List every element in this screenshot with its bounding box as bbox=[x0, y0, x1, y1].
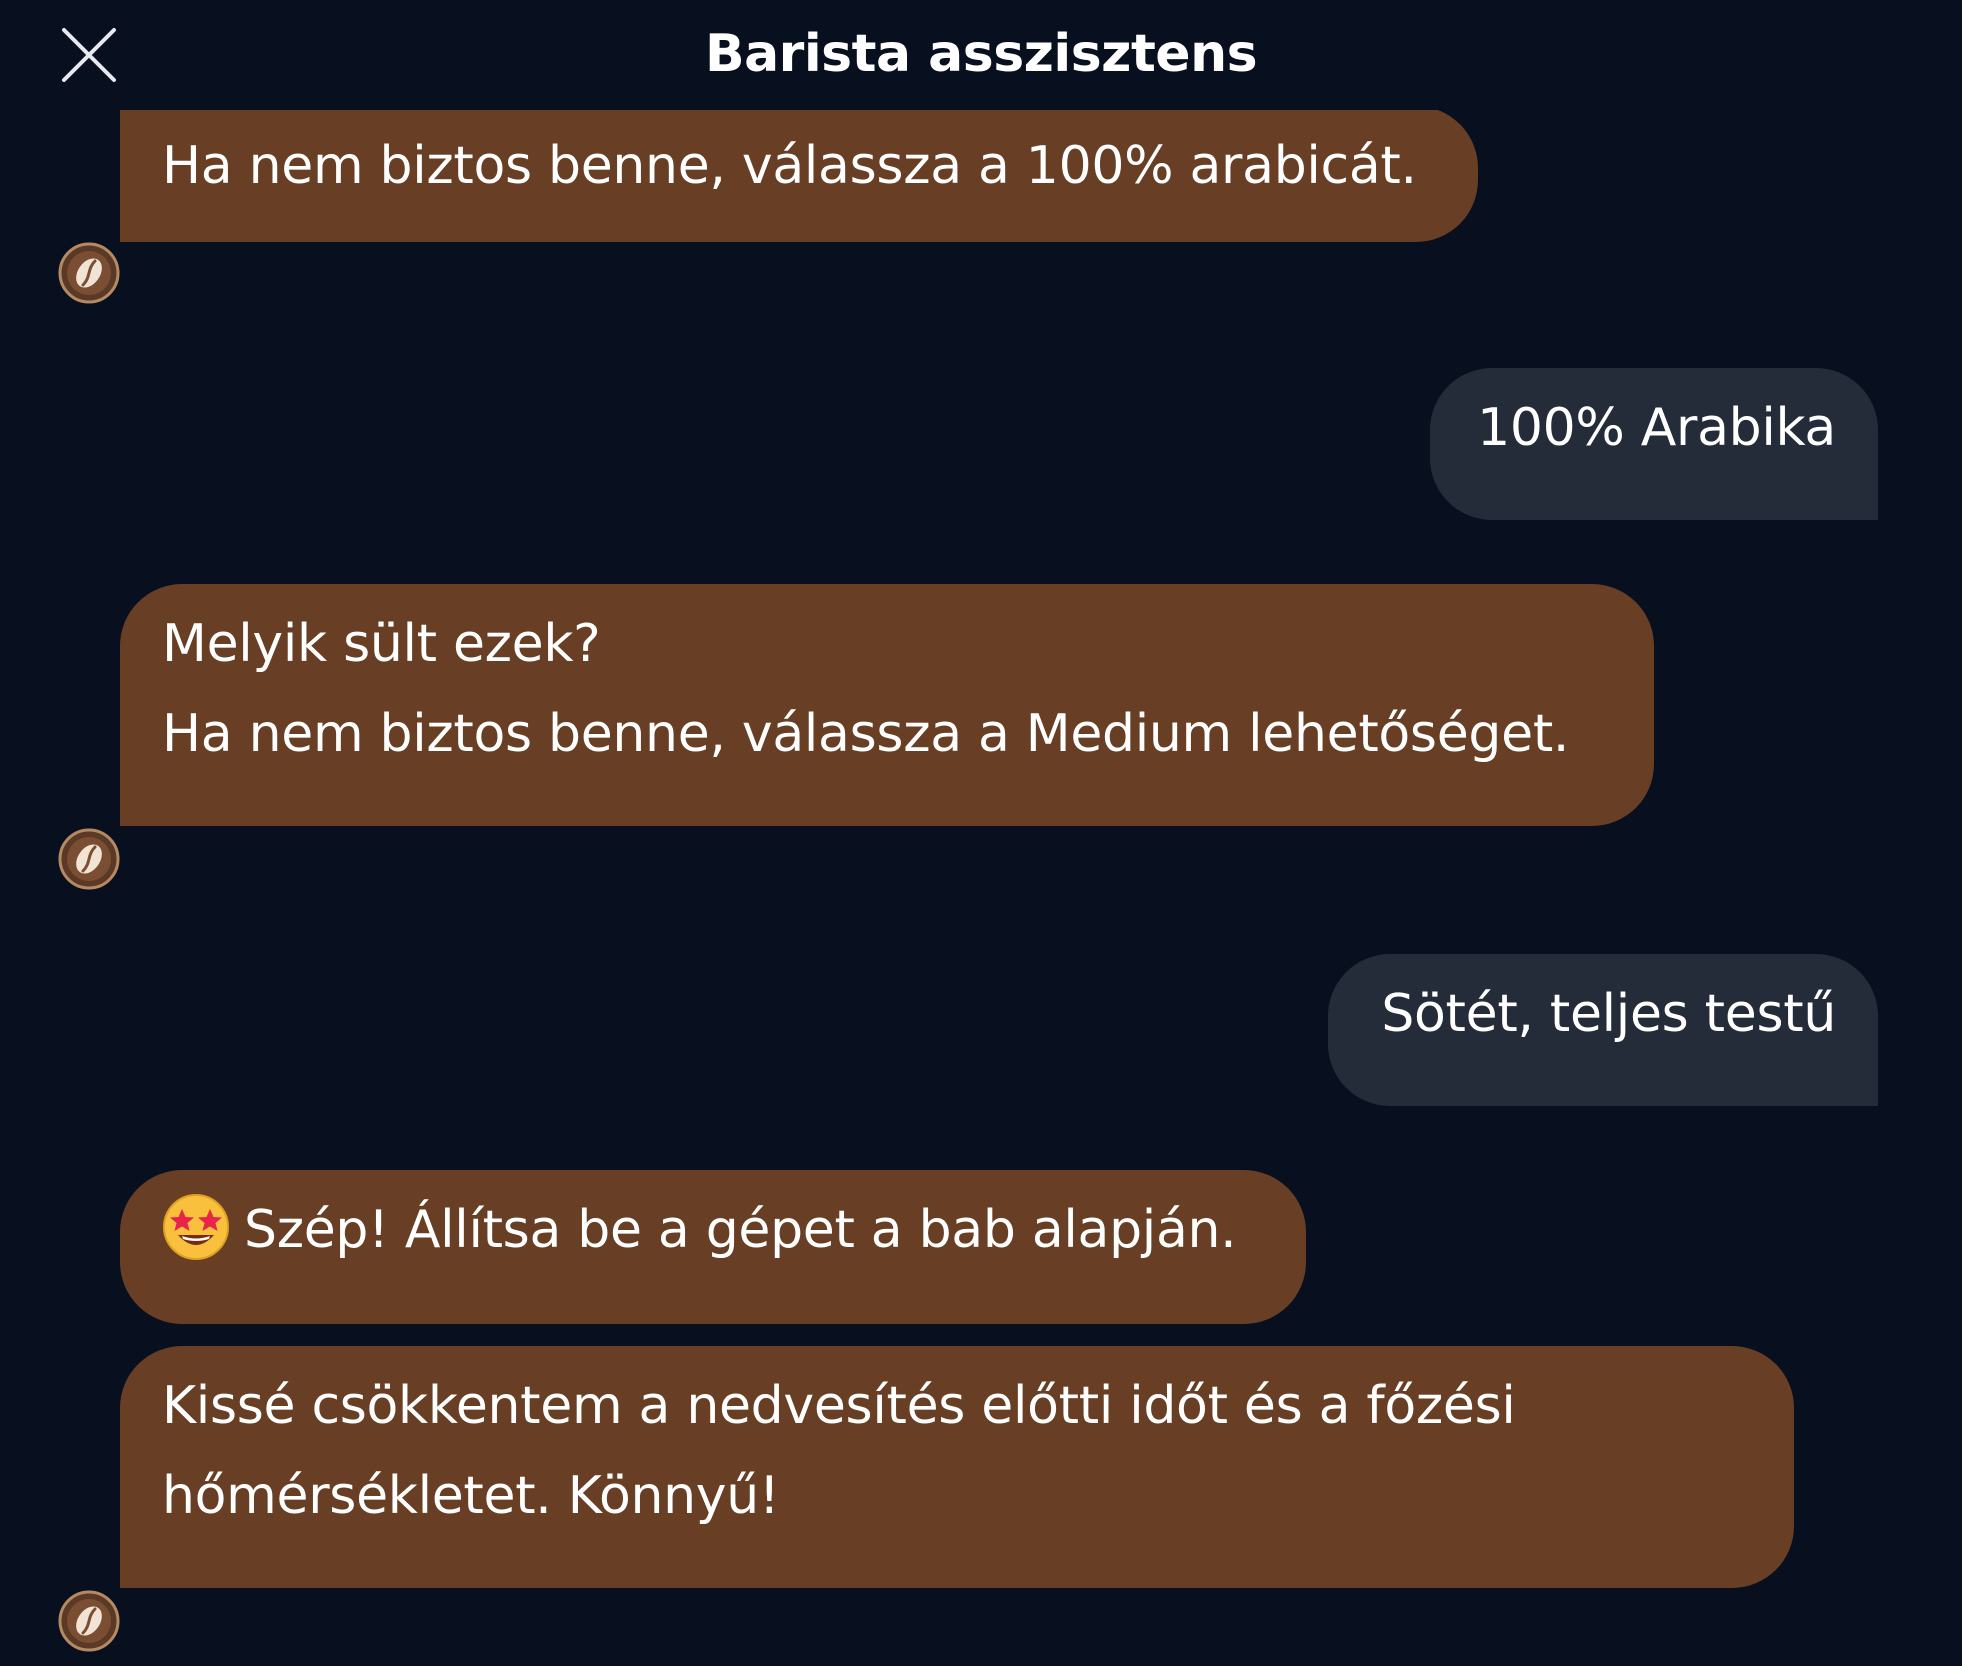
message-text: Ha nem biztos benne, válassza a 100% ara… bbox=[162, 136, 1417, 196]
coffee-bean-icon bbox=[58, 242, 120, 304]
chat-header: Barista asszisztens bbox=[0, 0, 1962, 110]
page-title: Barista asszisztens bbox=[704, 24, 1258, 84]
user-message: 100% Arabika bbox=[1430, 368, 1878, 520]
coffee-bean-icon bbox=[58, 828, 120, 890]
message-text: 100% Arabika bbox=[1477, 398, 1836, 458]
message-text: Szép! Állítsa be a gépet a bab alapján. bbox=[244, 1200, 1237, 1260]
bot-avatar bbox=[58, 1590, 120, 1652]
message-text: Sötét, teljes testű bbox=[1381, 984, 1836, 1044]
message-text: Kissé csökkentem a nedvesítés előtti idő… bbox=[162, 1376, 1516, 1436]
bot-message: Melyik sült ezek? Ha nem biztos benne, v… bbox=[120, 584, 1654, 826]
message-text-row: Szép! Állítsa be a gépet a bab alapján. bbox=[162, 1185, 1264, 1275]
message-text: Melyik sült ezek? bbox=[162, 614, 601, 674]
bot-message: Ha nem biztos benne, válassza a 100% ara… bbox=[120, 106, 1478, 242]
bot-avatar bbox=[58, 828, 120, 890]
user-message: Sötét, teljes testű bbox=[1328, 954, 1878, 1106]
message-text: Ha nem biztos benne, válassza a Medium l… bbox=[162, 704, 1570, 764]
bot-message: Szép! Állítsa be a gépet a bab alapján. bbox=[120, 1170, 1306, 1324]
bot-message: Kissé csökkentem a nedvesítés előtti idő… bbox=[120, 1346, 1794, 1588]
message-text: hőmérsékletet. Könnyű! bbox=[162, 1466, 780, 1526]
star-struck-emoji-icon bbox=[162, 1193, 230, 1261]
bot-avatar bbox=[58, 242, 120, 304]
coffee-bean-icon bbox=[58, 1590, 120, 1652]
